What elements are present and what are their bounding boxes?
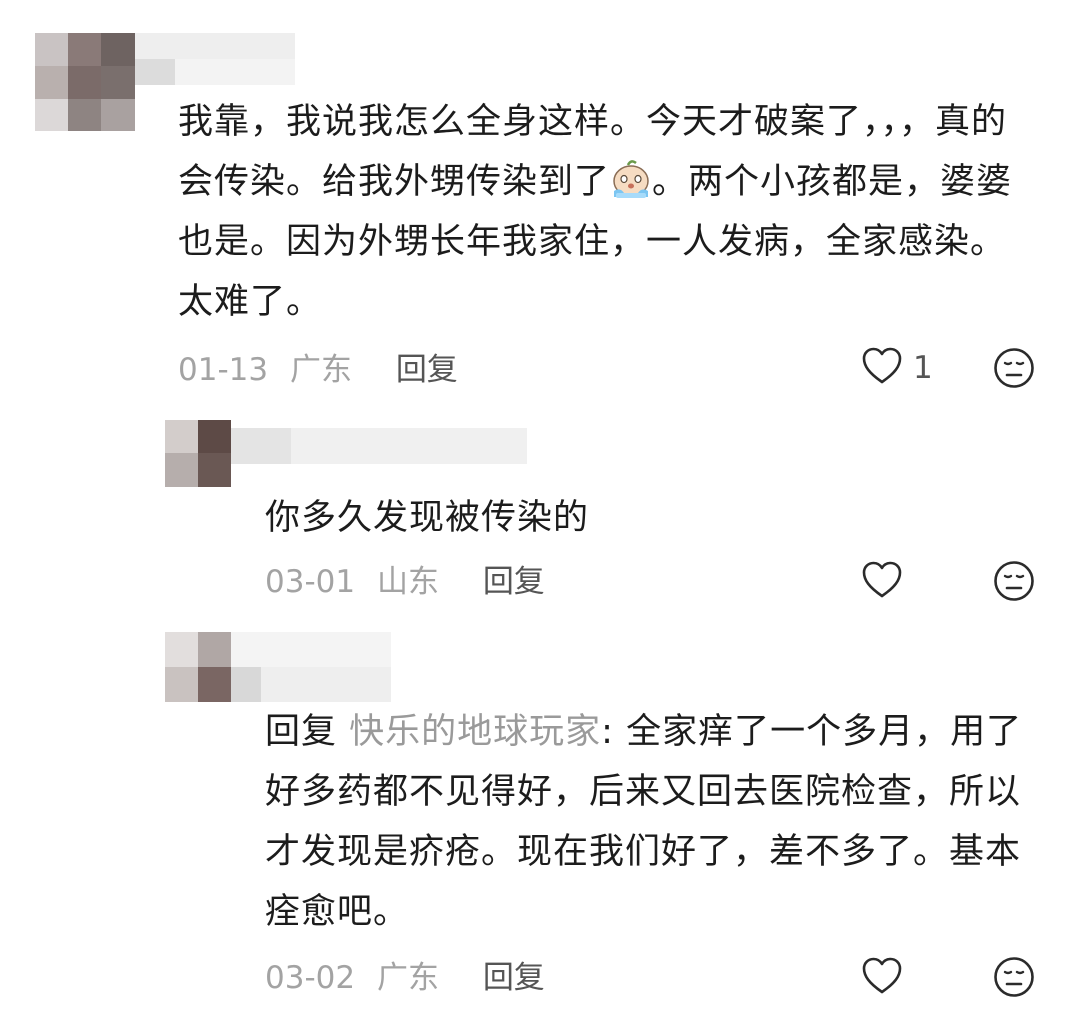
dislike-button[interactable]: [993, 347, 1035, 393]
meh-face-icon: [993, 348, 1035, 393]
meh-face-icon: [993, 957, 1035, 1002]
heart-outline-icon: [861, 560, 903, 604]
like-button[interactable]: [861, 956, 913, 1000]
avatar[interactable]: [165, 632, 231, 702]
comment-meta: 03-01 山东 回复: [265, 558, 545, 602]
reply-item: 你多久发现被传染的 03-01 山东 回复: [0, 400, 1080, 610]
like-button[interactable]: 1: [861, 346, 933, 390]
reply-prefix: 回复: [265, 712, 350, 752]
like-count: 1: [913, 350, 933, 386]
crying-face-emoji-icon: [610, 157, 652, 199]
dislike-button[interactable]: [993, 560, 1035, 606]
reply-colon: :: [601, 712, 627, 752]
avatar[interactable]: [165, 420, 231, 487]
comment-date: 01-13: [178, 351, 269, 388]
like-button[interactable]: [861, 560, 913, 604]
username-blurred[interactable]: [231, 428, 527, 464]
comment-location: 山东: [376, 563, 439, 600]
comment-meta: 03-02 广东 回复: [265, 954, 545, 998]
meh-face-icon: [993, 561, 1035, 606]
comment-date: 03-02: [265, 959, 356, 996]
reply-button[interactable]: 回复: [483, 956, 545, 1000]
comment-location: 广东: [289, 351, 352, 388]
dislike-button[interactable]: [993, 956, 1035, 1002]
comment-location: 广东: [376, 959, 439, 996]
username-blurred[interactable]: [135, 33, 295, 85]
reply-item: 回复 快乐的地球玩家: 全家痒了一个多月，用了好多药都不见得好，后来又回去医院检…: [0, 610, 1080, 1020]
reply-target-username[interactable]: 快乐的地球玩家: [349, 712, 601, 752]
comment-text: 我靠，我说我怎么全身这样。今天才破案了，，，真的会传染。给我外甥传染到了 。两个…: [178, 102, 1013, 322]
reply-button[interactable]: 回复: [483, 560, 545, 604]
comment-text: 你多久发现被传染的: [265, 498, 590, 538]
comment-date: 03-01: [265, 563, 356, 600]
avatar[interactable]: [35, 33, 135, 131]
username-blurred[interactable]: [231, 632, 391, 702]
comment-item: 我靠，我说我怎么全身这样。今天才破案了，，，真的会传染。给我外甥传染到了 。两个…: [0, 0, 1080, 400]
comment-text: 回复 快乐的地球玩家: 全家痒了一个多月，用了好多药都不见得好，后来又回去医院检…: [265, 712, 1023, 932]
reply-button[interactable]: 回复: [396, 348, 458, 392]
heart-outline-icon: [861, 346, 903, 390]
comment-meta: 01-13 广东 回复: [178, 346, 458, 390]
heart-outline-icon: [861, 956, 903, 1000]
